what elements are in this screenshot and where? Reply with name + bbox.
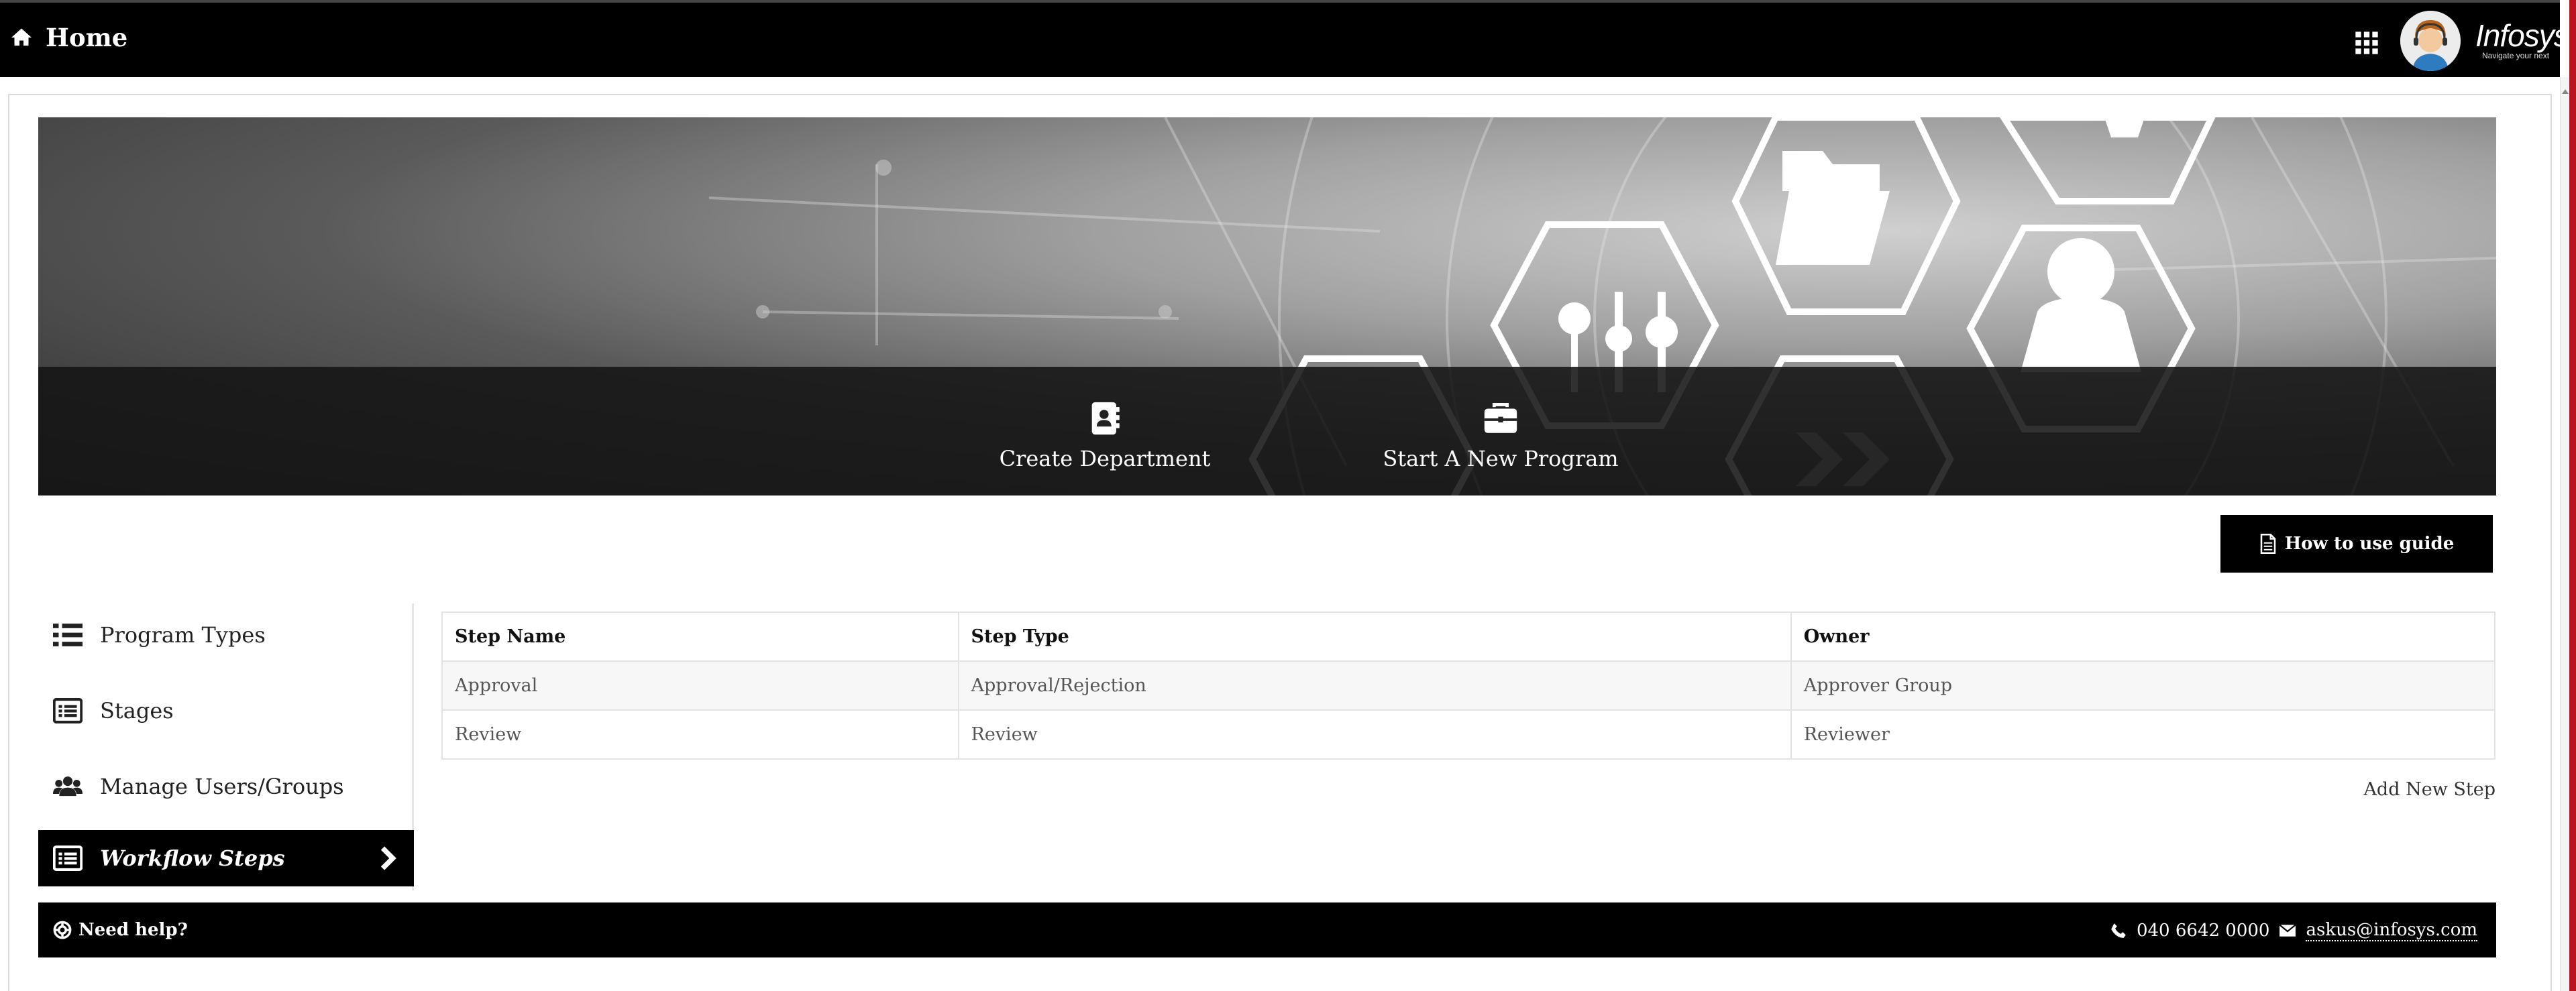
cell-owner: Approver Group bbox=[1790, 660, 2496, 711]
home-title: Home bbox=[46, 23, 128, 52]
chevron-right-icon bbox=[380, 846, 396, 870]
workflow-steps-table: Step Name Step Type Owner Approval Appro… bbox=[441, 611, 2496, 760]
how-to-use-guide-label: How to use guide bbox=[2284, 534, 2455, 554]
scrollbar[interactable] bbox=[2560, 77, 2569, 991]
add-new-step-link[interactable]: Add New Step bbox=[2328, 779, 2496, 800]
list-icon bbox=[53, 624, 83, 646]
table-header-row: Step Name Step Type Owner bbox=[441, 611, 2496, 662]
lifebuoy-icon bbox=[53, 921, 72, 939]
footer-bar: Need help? 040 6642 0000 askus@infosys.c… bbox=[38, 902, 2496, 957]
sidebar-item-label: Workflow Steps bbox=[100, 846, 285, 871]
list-alt-icon bbox=[53, 846, 83, 871]
home-link[interactable]: Home bbox=[9, 23, 127, 52]
contact-info: 040 6642 0000 askus@infosys.com bbox=[2110, 920, 2477, 941]
start-new-program-label: Start A New Program bbox=[1383, 446, 1619, 471]
sidebar-item-stages[interactable]: Stages bbox=[38, 683, 414, 739]
sidebar-item-program-types[interactable]: Program Types bbox=[38, 607, 414, 663]
sidebar-item-label: Manage Users/Groups bbox=[100, 774, 344, 799]
apps-grid-icon[interactable] bbox=[2353, 30, 2380, 56]
window-edge bbox=[2569, 0, 2576, 991]
how-to-use-guide-button[interactable]: How to use guide bbox=[2220, 515, 2493, 573]
need-help-link[interactable]: Need help? bbox=[53, 920, 188, 940]
scroll-up-arrow-icon[interactable] bbox=[2562, 89, 2569, 94]
hero-banner: Create Department Start A New Program bbox=[38, 117, 2496, 496]
column-header-step-name[interactable]: Step Name bbox=[441, 611, 959, 662]
cell-step-type: Review bbox=[957, 709, 1792, 760]
phone-icon bbox=[2111, 923, 2126, 938]
table-row[interactable]: Review Review Reviewer bbox=[441, 709, 2496, 760]
cell-step-name: Review bbox=[441, 709, 959, 760]
user-avatar[interactable] bbox=[2400, 11, 2461, 71]
email-link[interactable]: askus@infosys.com bbox=[2306, 920, 2477, 941]
column-header-owner[interactable]: Owner bbox=[1790, 611, 2496, 662]
briefcase-icon bbox=[1484, 403, 1517, 433]
column-header-step-type[interactable]: Step Type bbox=[957, 611, 1792, 662]
users-icon bbox=[53, 776, 83, 797]
create-department-button[interactable]: Create Department bbox=[971, 399, 1239, 471]
cell-step-name: Approval bbox=[441, 660, 959, 711]
sidebar-item-workflow-steps[interactable]: Workflow Steps bbox=[38, 830, 414, 886]
top-navbar: Home Infosys Navigate your next bbox=[0, 0, 2569, 77]
cell-step-type: Approval/Rejection bbox=[957, 660, 1792, 711]
sidebar-item-label: Stages bbox=[100, 698, 174, 723]
sidebar-item-manage-users-groups[interactable]: Manage Users/Groups bbox=[38, 758, 414, 815]
settings-sidebar: Program Types Stages Manage Users/Groups… bbox=[38, 603, 414, 890]
cell-owner: Reviewer bbox=[1790, 709, 2496, 760]
need-help-label: Need help? bbox=[78, 920, 188, 940]
sidebar-item-label: Program Types bbox=[100, 622, 266, 648]
phone-number: 040 6642 0000 bbox=[2136, 921, 2270, 941]
banner-action-strip bbox=[38, 367, 2496, 496]
infosys-logo: Infosys Navigate your next bbox=[2475, 17, 2569, 60]
table-row[interactable]: Approval Approval/Rejection Approver Gro… bbox=[441, 660, 2496, 711]
start-new-program-button[interactable]: Start A New Program bbox=[1353, 399, 1648, 471]
user-avatar-image bbox=[2400, 11, 2461, 71]
document-icon bbox=[2260, 534, 2275, 554]
create-department-label: Create Department bbox=[999, 446, 1211, 471]
envelope-icon bbox=[2279, 924, 2297, 937]
list-alt-icon bbox=[53, 698, 83, 723]
home-icon bbox=[11, 28, 32, 46]
logo-text: Infosys bbox=[2475, 18, 2569, 53]
address-book-icon bbox=[1091, 402, 1120, 435]
